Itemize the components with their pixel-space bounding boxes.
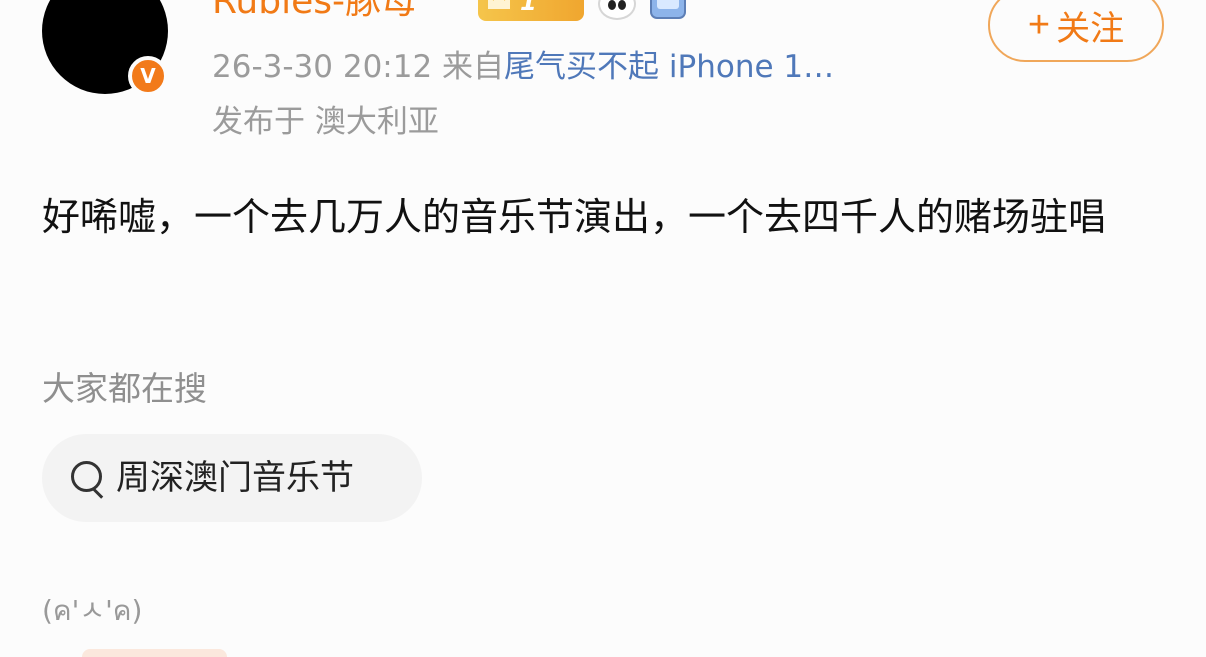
verified-v-icon: V: [128, 56, 168, 96]
tv-icon: [650, 0, 686, 19]
kaomoji-text: (ค'ㅅ'ค): [42, 594, 143, 627]
post-timestamp: 26-3-30 20:12: [212, 49, 433, 85]
author-name[interactable]: Rubles-豚母: [212, 0, 417, 22]
post-meta: 26-3-30 20:12 来自尾气买不起 iPhone 1…: [212, 47, 834, 87]
follow-button[interactable]: + 关注: [988, 0, 1164, 62]
badge-level-number: 1: [520, 0, 537, 16]
post-location: 发布于 澳大利亚: [212, 104, 439, 140]
author-badges: 1: [478, 0, 686, 22]
next-content-peek: [82, 649, 227, 657]
trending-search-chip[interactable]: 周深澳门音乐节: [42, 434, 422, 522]
source-prefix: 来自: [442, 49, 505, 85]
trending-search-term: 周深澳门音乐节: [116, 458, 354, 498]
plus-icon: +: [1027, 4, 1051, 46]
crown-icon: [488, 0, 510, 9]
search-icon: [68, 459, 106, 497]
trending-title: 大家都在搜: [42, 369, 207, 408]
crown-level-badge-icon: 1: [478, 0, 584, 21]
panda-icon: [598, 0, 636, 20]
follow-button-label: 关注: [1056, 9, 1125, 48]
source-app-link[interactable]: 尾气买不起 iPhone 1…: [504, 49, 834, 85]
post-content: 好唏嘘，一个去几万人的音乐节演出，一个去四千人的赌场驻唱: [42, 195, 1107, 239]
